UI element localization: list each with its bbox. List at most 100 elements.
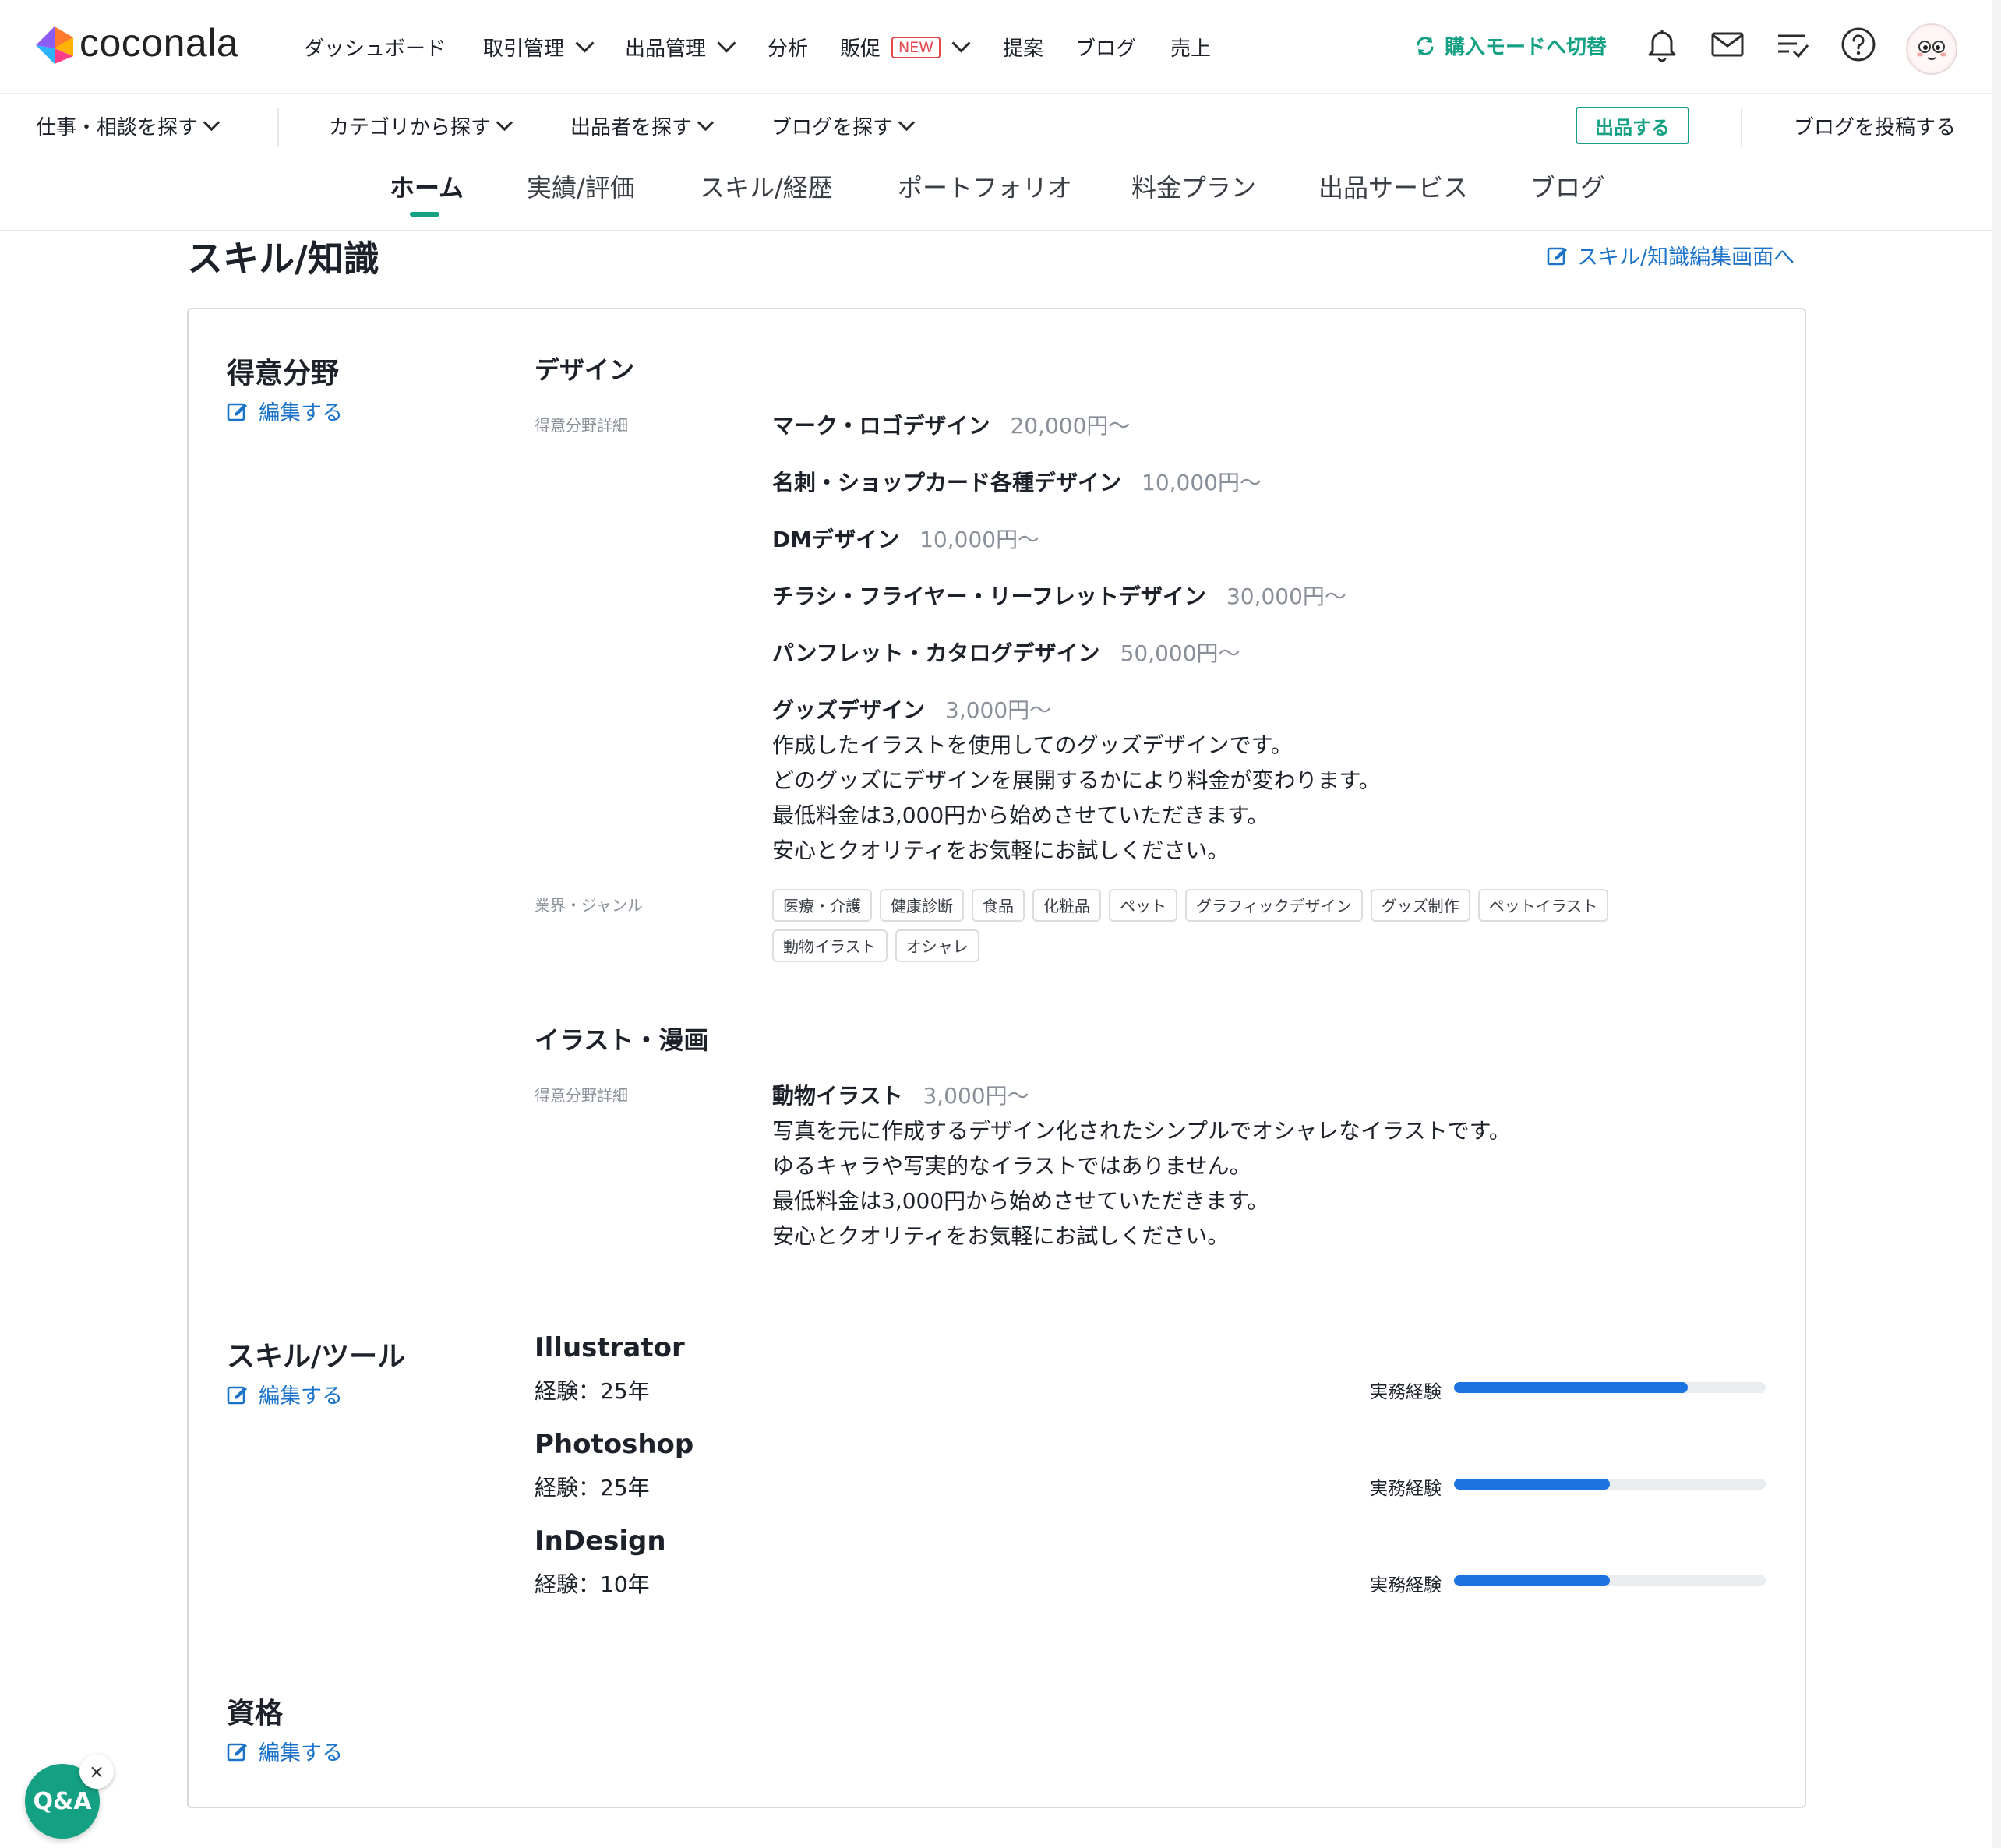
detail-label: 得意分野詳細 (535, 416, 628, 435)
list-check-icon[interactable] (1773, 25, 1812, 64)
genre-tag: 化粧品 (1032, 889, 1101, 922)
specialty-name: グッズデザイン (772, 697, 926, 723)
tool-experience: 経験：25年 (535, 1378, 650, 1404)
edit-skills-label: スキル/知識編集画面へ (1577, 245, 1795, 270)
experience-bar-fill (1454, 1479, 1610, 1490)
experience-bar-fill (1454, 1575, 1610, 1586)
top-bar: coconala ダッシュボード 取引管理 出品管理 分析 販促 NEW 提案 ブ… (0, 0, 2001, 94)
nav-promotion[interactable]: 販促 NEW (840, 33, 971, 62)
sell-button[interactable]: 出品する (1576, 107, 1689, 144)
post-blog-link[interactable]: ブログを投稿する (1794, 111, 1956, 140)
brand-name[interactable]: coconala (79, 20, 238, 65)
specialty-name: チラシ・フライヤー・リーフレットデザイン (772, 584, 1206, 609)
tool-name: Illustrator (535, 1332, 685, 1363)
specialties-title: 得意分野 (227, 358, 340, 390)
edit-qualifications-link[interactable]: 編集する (226, 1736, 343, 1766)
edit-skills-tools-link[interactable]: 編集する (226, 1379, 343, 1409)
qa-close-button[interactable]: × (79, 1755, 114, 1789)
subnav-by-category[interactable]: カテゴリから探す (329, 111, 513, 140)
mail-icon[interactable] (1708, 25, 1747, 64)
genre-tag-list: 医療・介護 健康診断 食品 化粧品 ペット グラフィックデザイン グッズ制作 ペ… (772, 889, 1731, 962)
nav-proposals[interactable]: 提案 (1003, 33, 1043, 62)
tab-pricing[interactable]: 料金プラン (1131, 168, 1256, 204)
nav-transactions[interactable]: 取引管理 (483, 33, 595, 62)
subnav-label: 出品者を探す (570, 116, 693, 139)
category-design-title: デザイン (535, 355, 635, 385)
specialty-item: DMデザイン 10,000円〜 (772, 522, 1039, 557)
specialty-name: マーク・ロゴデザイン (772, 413, 990, 439)
nav-blog[interactable]: ブログ (1075, 33, 1136, 62)
genre-tag: ペット (1109, 889, 1177, 922)
tab-blog[interactable]: ブログ (1530, 168, 1605, 204)
subnav-find-work[interactable]: 仕事・相談を探す (36, 111, 221, 140)
subnav-find-blogs[interactable]: ブログを探す (771, 111, 916, 140)
genre-tag: グッズ制作 (1370, 889, 1470, 922)
genre-tag: 医療・介護 (772, 889, 872, 922)
nav-label: ダッシュボード (304, 37, 446, 61)
specialty-description: 作成したイラストを使用してのグッズデザインです。 どのグッズにデザインを展開する… (772, 732, 1381, 863)
specialty-price: 20,000円〜 (1010, 413, 1131, 439)
nav-sales[interactable]: 売上 (1170, 33, 1211, 62)
tab-home[interactable]: ホーム (390, 168, 464, 204)
avatar[interactable] (1906, 23, 1957, 75)
tab-skills[interactable]: スキル/経歴 (700, 168, 833, 204)
skills-tools-title: スキル/ツール (227, 1341, 406, 1373)
specialty-price: 30,000円〜 (1226, 584, 1346, 609)
genre-label: 業界・ジャンル (535, 896, 643, 915)
category-illustration-title: イラスト・漫画 (535, 1025, 709, 1055)
page-title: スキル/知識 (187, 238, 379, 280)
specialty-name: DMデザイン (772, 527, 900, 552)
experience-bar (1454, 1479, 1766, 1490)
chevron-down-icon (203, 114, 221, 132)
chevron-down-icon (951, 34, 971, 53)
specialty-item: グッズデザイン 3,000円〜 (772, 693, 1051, 728)
chevron-down-icon (697, 114, 715, 132)
tool-experience: 経験：25年 (535, 1475, 650, 1501)
coconala-logo-icon[interactable] (34, 25, 75, 65)
detail-label: 得意分野詳細 (535, 1086, 628, 1105)
chevron-down-icon (898, 114, 916, 132)
edit-icon (1547, 247, 1567, 265)
edit-specialties-link[interactable]: 編集する (226, 396, 343, 426)
refresh-icon (1417, 36, 1434, 55)
specialty-item: パンフレット・カタログデザイン 50,000円〜 (772, 636, 1240, 671)
specialty-price: 3,000円〜 (945, 697, 1052, 723)
specialty-description: 写真を元に作成するデザイン化されたシンプルでオシャレなイラストです。 ゆるキャラ… (772, 1118, 1511, 1249)
tool-name: Photoshop (535, 1429, 694, 1460)
qualifications-title: 資格 (227, 1698, 284, 1730)
tab-portfolio[interactable]: ポートフォリオ (898, 168, 1072, 204)
specialty-name: 動物イラスト (772, 1083, 903, 1109)
specialty-price: 3,000円〜 (923, 1083, 1029, 1109)
edit-skills-link[interactable]: スキル/知識編集画面へ (1546, 240, 1795, 270)
nav-label: 提案 (1003, 37, 1044, 61)
divider (1741, 108, 1742, 146)
bell-icon[interactable] (1643, 25, 1682, 64)
nav-label: 分析 (768, 37, 809, 61)
edit-label: 編集する (259, 401, 343, 425)
scrollbar[interactable] (1992, 0, 2001, 1848)
new-badge: NEW (891, 36, 941, 58)
switch-to-buyer-mode[interactable]: 購入モードへ切替 (1413, 31, 1607, 60)
divider (277, 108, 279, 146)
edit-label: 編集する (259, 1384, 343, 1409)
subnav-label: カテゴリから探す (329, 116, 492, 139)
specialty-name: 名刺・ショップカード各種デザイン (772, 470, 1122, 496)
genre-tag: 食品 (972, 889, 1025, 922)
nav-label: 売上 (1170, 37, 1212, 61)
nav-dashboard[interactable]: ダッシュボード (304, 33, 446, 62)
chevron-down-icon (496, 114, 513, 132)
help-icon[interactable] (1839, 25, 1878, 64)
switch-mode-label: 購入モードへ切替 (1445, 36, 1608, 59)
nav-listings[interactable]: 出品管理 (625, 33, 736, 62)
specialty-price: 10,000円〜 (1142, 470, 1262, 496)
nav-analytics[interactable]: 分析 (768, 33, 808, 62)
subnav-label: 仕事・相談を探す (36, 116, 199, 139)
tool-name: InDesign (535, 1525, 666, 1557)
genre-tag: オシャレ (895, 929, 979, 962)
search-bar-row (0, 94, 2001, 157)
specialty-item: 名刺・ショップカード各種デザイン 10,000円〜 (772, 465, 1262, 500)
tab-results[interactable]: 実績/評価 (527, 168, 635, 204)
genre-tag: 動物イラスト (772, 929, 888, 962)
subnav-find-sellers[interactable]: 出品者を探す (570, 111, 715, 140)
tab-services[interactable]: 出品サービス (1318, 168, 1468, 204)
